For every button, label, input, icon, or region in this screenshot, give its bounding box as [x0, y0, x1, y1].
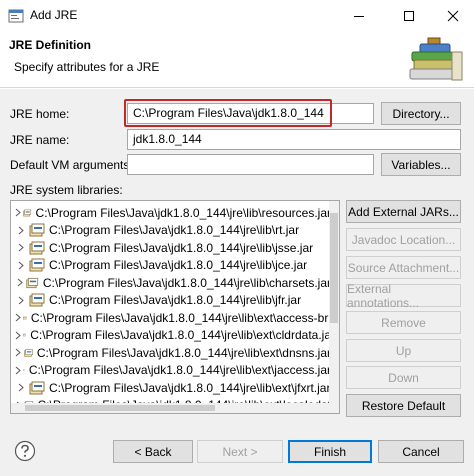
list-item[interactable]: C:\Program Files\Java\jdk1.8.0_144\jre\l… — [11, 204, 331, 222]
list-item-label: C:\Program Files\Java\jdk1.8.0_144\jre\l… — [49, 293, 302, 308]
maximize-button[interactable] — [386, 0, 432, 31]
vertical-scroll-thumb[interactable] — [330, 213, 338, 323]
close-button[interactable] — [430, 0, 474, 31]
list-item-label: C:\Program Files\Java\jdk1.8.0_144\jre\l… — [28, 363, 331, 378]
list-item[interactable]: C:\Program Files\Java\jdk1.8.0_144\jre\l… — [11, 222, 331, 240]
jre-name-input[interactable]: jdk1.8.0_144 — [127, 129, 461, 150]
wizard-header: JRE Definition Specify attributes for a … — [0, 31, 474, 88]
header-description: Specify attributes for a JRE — [14, 60, 160, 74]
chevron-right-icon[interactable] — [15, 226, 27, 235]
horizontal-scroll-thumb[interactable] — [25, 405, 215, 411]
vm-args-input[interactable] — [127, 154, 374, 175]
list-item-label: C:\Program Files\Java\jdk1.8.0_144\jre\l… — [49, 240, 314, 255]
restore-default-button[interactable]: Restore Default — [346, 394, 461, 417]
list-item-label: C:\Program Files\Java\jdk1.8.0_144\jre\l… — [49, 258, 308, 273]
directory-button[interactable]: Directory... — [381, 102, 461, 125]
list-item[interactable]: C:\Program Files\Java\jdk1.8.0_144\jre\l… — [11, 362, 331, 380]
list-item-label: C:\Program Files\Java\jdk1.8.0_144\jre\l… — [36, 345, 331, 360]
title-bar: Add JRE — [0, 0, 474, 31]
jar-file-icon — [29, 381, 45, 395]
library-list[interactable]: C:\Program Files\Java\jdk1.8.0_144\jre\l… — [10, 200, 340, 414]
horizontal-scrollbar[interactable] — [11, 403, 331, 413]
next-button[interactable]: Next > — [197, 440, 283, 463]
chevron-right-icon[interactable] — [15, 278, 24, 287]
jar-file-icon — [23, 369, 25, 372]
jar-file-icon — [29, 293, 45, 307]
window-title: Add JRE — [30, 8, 78, 22]
list-item-label: C:\Program Files\Java\jdk1.8.0_144\jre\l… — [30, 328, 331, 343]
minimize-button[interactable] — [336, 0, 382, 31]
remove-button[interactable]: Remove — [346, 311, 461, 334]
list-item-label: C:\Program Files\Java\jdk1.8.0_144\jre\l… — [35, 205, 331, 220]
add-external-jars-button[interactable]: Add External JARs... — [346, 200, 461, 223]
list-item-label: C:\Program Files\Java\jdk1.8.0_144\jre\l… — [42, 275, 331, 290]
list-item[interactable]: C:\Program Files\Java\jdk1.8.0_144\jre\l… — [11, 274, 331, 292]
list-item[interactable]: C:\Program Files\Java\jdk1.8.0_144\jre\l… — [11, 327, 331, 345]
chevron-right-icon[interactable] — [15, 383, 27, 392]
add-jre-window-icon — [8, 9, 24, 23]
down-button[interactable]: Down — [346, 366, 461, 389]
jre-home-input[interactable]: C:\Program Files\Java\jdk1.8.0_144 — [127, 103, 374, 124]
header-title: JRE Definition — [9, 38, 92, 52]
jar-file-icon — [23, 209, 32, 217]
jar-file-icon — [23, 333, 27, 337]
jar-file-icon — [26, 277, 39, 288]
javadoc-location-button[interactable]: Javadoc Location... — [346, 228, 461, 251]
vertical-scrollbar[interactable] — [329, 201, 339, 413]
minimize-icon — [354, 15, 364, 17]
jar-file-icon — [23, 316, 27, 320]
list-item-label: C:\Program Files\Java\jdk1.8.0_144\jre\l… — [30, 310, 331, 325]
chevron-right-icon[interactable] — [15, 296, 27, 305]
help-icon[interactable] — [14, 440, 36, 462]
list-item-label: C:\Program Files\Java\jdk1.8.0_144\jre\l… — [49, 223, 300, 238]
close-icon — [447, 10, 459, 21]
jre-name-label: JRE name: — [10, 133, 70, 147]
jar-file-icon — [24, 349, 33, 357]
vm-args-label: Default VM arguments: — [10, 158, 133, 172]
list-item[interactable]: C:\Program Files\Java\jdk1.8.0_144\jre\l… — [11, 309, 331, 327]
variables-button[interactable]: Variables... — [381, 153, 461, 176]
chevron-right-icon[interactable] — [15, 313, 21, 322]
list-item[interactable]: C:\Program Files\Java\jdk1.8.0_144\jre\l… — [11, 292, 331, 310]
jar-file-icon — [29, 258, 45, 272]
cancel-button[interactable]: Cancel — [378, 440, 464, 463]
chevron-right-icon[interactable] — [15, 208, 21, 217]
finish-button[interactable]: Finish — [288, 440, 372, 463]
external-annotations-button[interactable]: External annotations... — [346, 282, 461, 310]
chevron-right-icon[interactable] — [15, 348, 22, 357]
maximize-icon — [404, 10, 414, 21]
wizard-footer: < Back Next > Finish Cancel — [0, 429, 474, 476]
list-item-label: C:\Program Files\Java\jdk1.8.0_144\jre\l… — [49, 380, 331, 395]
list-item[interactable]: C:\Program Files\Java\jdk1.8.0_144\jre\l… — [11, 257, 331, 275]
list-item[interactable]: C:\Program Files\Java\jdk1.8.0_144\jre\l… — [11, 379, 331, 397]
up-button[interactable]: Up — [346, 339, 461, 362]
chevron-right-icon[interactable] — [15, 261, 27, 270]
back-button[interactable]: < Back — [113, 440, 193, 463]
jar-file-icon — [29, 241, 45, 255]
chevron-right-icon[interactable] — [15, 243, 27, 252]
chevron-right-icon[interactable] — [15, 331, 21, 340]
list-item[interactable]: C:\Program Files\Java\jdk1.8.0_144\jre\l… — [11, 344, 331, 362]
source-attachment-button[interactable]: Source Attachment... — [346, 256, 461, 279]
form-body: JRE home: C:\Program Files\Java\jdk1.8.0… — [0, 89, 474, 429]
jar-file-icon — [29, 223, 45, 237]
library-books-icon — [409, 37, 463, 81]
libraries-label: JRE system libraries: — [10, 183, 123, 197]
chevron-right-icon[interactable] — [15, 366, 21, 375]
list-item[interactable]: C:\Program Files\Java\jdk1.8.0_144\jre\l… — [11, 239, 331, 257]
jre-home-label: JRE home: — [10, 107, 70, 121]
